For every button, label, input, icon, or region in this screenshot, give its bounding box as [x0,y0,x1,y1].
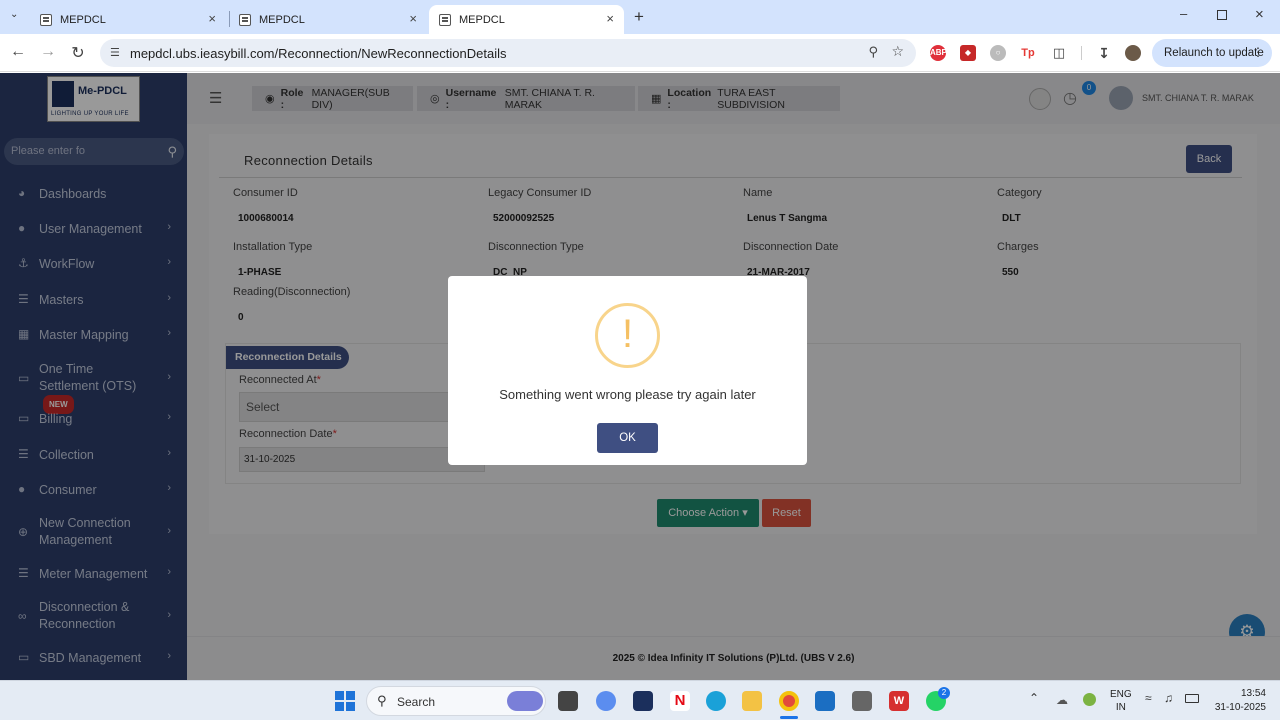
browser-tab-bar: ⌄ MEPDCL × MEPDCL × MEPDCL × + – × [0,0,1280,34]
volume-icon[interactable]: ♫ [1164,691,1173,705]
tab-title: MEPDCL [60,13,106,26]
onedrive-icon[interactable]: ☁ [1056,693,1068,707]
globe-extension-icon[interactable]: ○ [990,45,1006,61]
address-bar[interactable]: ☰ mepdcl.ubs.ieasybill.com/Reconnection/… [100,39,916,67]
tab-search-dropdown-icon[interactable]: ⌄ [10,9,18,20]
adblock-extension-icon[interactable]: ABP [930,45,947,61]
relaunch-update-button[interactable]: Relaunch to update ⋮ [1152,39,1272,67]
zoom-icon[interactable]: ⚲ [868,44,878,60]
exclamation-icon: ! [595,303,660,368]
chrome-icon[interactable] [779,691,799,711]
browser-toolbar: ← → ↻ ☰ mepdcl.ubs.ieasybill.com/Reconne… [0,34,1280,72]
browser-tab-3-active[interactable]: MEPDCL × [429,5,624,34]
tab-title: MEPDCL [259,13,305,26]
netflix-icon[interactable]: N [670,691,690,711]
tp-extension-icon[interactable]: Tp [1020,45,1036,61]
new-tab-icon[interactable]: + [634,7,644,27]
error-dialog: ! Something went wrong please try again … [448,276,807,465]
reload-icon[interactable]: ↻ [68,43,88,63]
minimize-icon[interactable]: – [1180,6,1187,21]
lang-secondary: IN [1115,702,1126,713]
folder-icon[interactable] [742,691,762,711]
app-icon[interactable] [633,691,653,711]
taskbar-search-box[interactable]: ⚲ Search [366,686,546,716]
site-info-icon[interactable]: ☰ [110,46,120,59]
start-windows-icon[interactable] [335,691,355,711]
clock[interactable]: 13:54 31-10-2025 [1210,687,1266,715]
outlook-icon[interactable] [815,691,835,711]
profile-avatar-icon[interactable] [1125,45,1141,61]
tab-title: MEPDCL [459,13,505,26]
more-menu-icon[interactable]: ⋮ [1252,45,1264,59]
close-tab-icon[interactable]: × [409,11,417,26]
file-explorer-task-icon[interactable] [558,691,578,711]
taskbar-search-label: Search [397,695,436,709]
favicon-icon [239,13,251,26]
browser-tab-1[interactable]: MEPDCL × [30,5,226,34]
wps-office-icon[interactable]: W [889,691,909,711]
search-highlight-icon [507,691,543,711]
close-tab-icon[interactable]: × [606,11,614,26]
battery-icon[interactable] [1185,694,1199,703]
error-message: Something went wrong please try again la… [499,387,756,402]
ok-button[interactable]: OK [597,423,658,453]
tray-chevron-up-icon[interactable]: ⌃ [1029,691,1039,705]
bookmark-star-icon[interactable]: ☆ [891,43,904,60]
extensions-puzzle-icon[interactable]: ◫ [1051,45,1067,61]
language-indicator[interactable]: ENG IN [1110,688,1132,714]
copilot-icon[interactable] [596,691,616,711]
printer-icon[interactable] [852,691,872,711]
shield-extension-icon[interactable]: ◆ [960,45,976,61]
restore-icon[interactable] [1217,10,1227,20]
forward-icon[interactable]: → [38,43,58,61]
clock-date: 31-10-2025 [1214,702,1266,713]
back-icon[interactable]: ← [8,43,28,61]
edge-icon[interactable] [706,691,726,711]
search-icon: ⚲ [377,693,387,708]
whatsapp-badge: 2 [938,687,950,699]
close-window-icon[interactable]: × [1255,6,1264,23]
close-tab-icon[interactable]: × [208,11,216,26]
windows-taskbar: ⚲ Search N W 2 ⌃ ☁ ENG IN ≈ ♫ 13:54 31-1… [0,680,1280,720]
clock-time: 13:54 [1240,688,1266,699]
relaunch-label: Relaunch to update [1164,47,1264,59]
lang-primary: ENG [1110,689,1132,700]
browser-tab-2[interactable]: MEPDCL × [229,5,427,34]
favicon-icon [40,13,52,26]
wifi-icon[interactable]: ≈ [1145,691,1152,705]
url-text: mepdcl.ubs.ieasybill.com/Reconnection/Ne… [130,45,507,61]
download-icon[interactable]: ↧ [1096,45,1112,61]
tray-app-icon[interactable] [1083,693,1096,706]
favicon-icon [439,13,451,26]
